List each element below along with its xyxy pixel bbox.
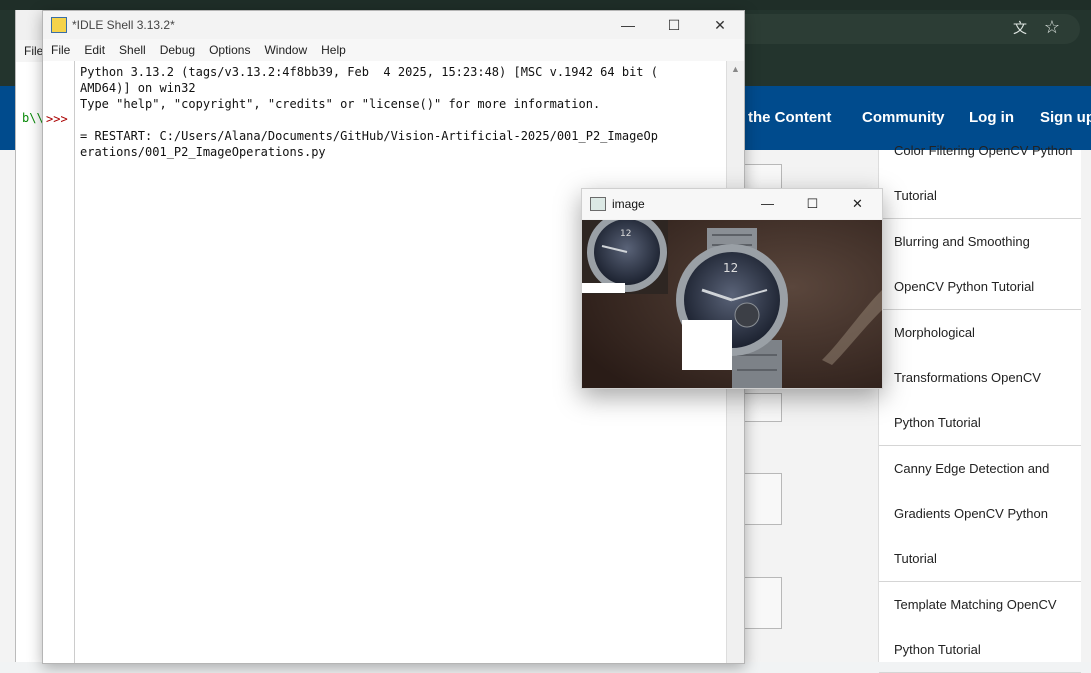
prompt-prefix: b\\ bbox=[22, 111, 44, 125]
window-app-icon bbox=[590, 197, 606, 211]
translate-icon[interactable]: 文 bbox=[1010, 18, 1030, 38]
sidebar-item-morphological[interactable]: Morphological Transformations OpenCV Pyt… bbox=[879, 310, 1081, 446]
svg-text:12: 12 bbox=[723, 261, 738, 275]
minimize-button[interactable]: — bbox=[605, 11, 651, 39]
window-title: *IDLE Shell 3.13.2* bbox=[72, 18, 175, 32]
content-card bbox=[740, 577, 782, 629]
watch-image: 12 12 bbox=[582, 220, 882, 388]
menu-bar: File Edit Shell Debug Options Window Help bbox=[43, 39, 744, 61]
menu-help[interactable]: Help bbox=[313, 39, 352, 61]
image-canvas: 12 12 bbox=[582, 220, 882, 388]
menu-edit[interactable]: Edit bbox=[76, 39, 111, 61]
sidebar-item-template-matching[interactable]: Template Matching OpenCV Python Tutorial bbox=[879, 582, 1081, 673]
content-card bbox=[740, 473, 782, 525]
menu-options[interactable]: Options bbox=[201, 39, 256, 61]
title-bar[interactable]: image — ☐ ✕ bbox=[582, 189, 882, 219]
scroll-up-icon[interactable]: ▲ bbox=[727, 61, 744, 78]
sidebar-item-label: OpenCV Python Tutorial bbox=[894, 279, 1035, 294]
sidebar-item-label: Color Filtering OpenCV Python bbox=[894, 143, 1073, 158]
close-button[interactable]: ✕ bbox=[697, 11, 743, 39]
sidebar-item-label: Python Tutorial bbox=[894, 642, 981, 657]
sidebar-item-label: Morphological bbox=[894, 325, 975, 340]
opencv-image-window[interactable]: image — ☐ ✕ 12 12 bbox=[581, 188, 883, 389]
python-idle-icon bbox=[51, 17, 67, 33]
sidebar-item-label: Tutorial bbox=[894, 188, 937, 203]
menu-debug[interactable]: Debug bbox=[152, 39, 201, 61]
tab-strip bbox=[0, 0, 1091, 10]
sidebar-item-label: Canny Edge Detection and bbox=[894, 461, 1050, 476]
title-bar[interactable]: *IDLE Shell 3.13.2* — ☐ ✕ bbox=[43, 11, 744, 39]
menu-window[interactable]: Window bbox=[256, 39, 313, 61]
sidebar-item-label: Gradients OpenCV Python bbox=[894, 506, 1048, 521]
sidebar-item-label: Python Tutorial bbox=[894, 415, 981, 430]
window-title: image bbox=[612, 197, 645, 211]
sidebar-item-blurring[interactable]: Blurring and Smoothing OpenCV Python Tut… bbox=[879, 219, 1081, 310]
maximize-button[interactable]: ☐ bbox=[651, 11, 697, 39]
close-button[interactable]: ✕ bbox=[835, 189, 880, 219]
sidebar-item-canny[interactable]: Canny Edge Detection and Gradients OpenC… bbox=[879, 446, 1081, 582]
content-card bbox=[740, 393, 782, 422]
sidebar-item-label: Blurring and Smoothing bbox=[894, 234, 1030, 249]
shell-output[interactable]: Python 3.13.2 (tags/v3.13.2:4f8bb39, Feb… bbox=[80, 64, 725, 160]
sidebar-item-label: Template Matching OpenCV bbox=[894, 597, 1057, 612]
sidebar-item-label: Tutorial bbox=[894, 551, 937, 566]
svg-text:12: 12 bbox=[620, 229, 631, 239]
menu-shell[interactable]: Shell bbox=[111, 39, 152, 61]
minimize-button[interactable]: — bbox=[745, 189, 790, 219]
star-icon[interactable]: ☆ bbox=[1042, 16, 1062, 38]
sidebar-item-label: Transformations OpenCV bbox=[894, 370, 1041, 385]
tutorial-sidebar: Color Filtering OpenCV Python Tutorial B… bbox=[878, 143, 1081, 673]
nav-submit-content[interactable]: rt the Content bbox=[733, 86, 831, 150]
maximize-button[interactable]: ☐ bbox=[790, 189, 835, 219]
shell-prompt: >>> bbox=[46, 112, 68, 126]
sidebar-item-color-filtering[interactable]: Color Filtering OpenCV Python Tutorial bbox=[879, 128, 1081, 219]
prompt-gutter: >>> bbox=[43, 61, 75, 663]
menu-file[interactable]: File bbox=[43, 39, 76, 61]
